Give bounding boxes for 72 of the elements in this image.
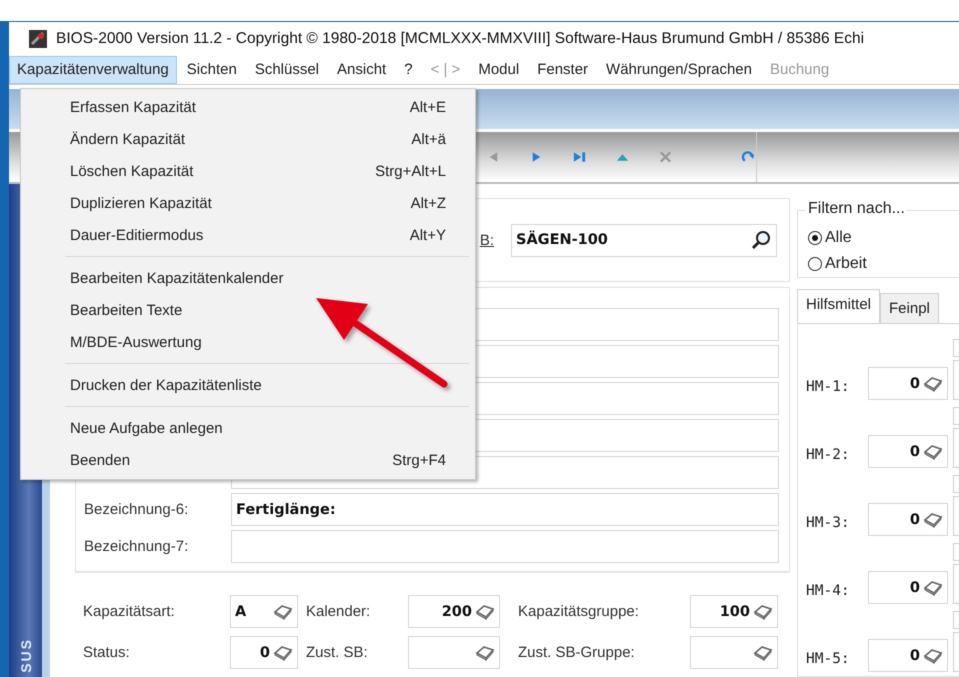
lookup-field[interactable]: 100 [690, 595, 778, 628]
menu-item[interactable]: Löschen Kapazität [70, 162, 194, 180]
lookup-field[interactable] [408, 636, 500, 669]
lookup-field[interactable]: 0 [868, 503, 948, 536]
shortcut-label: Alt+Z [410, 194, 446, 212]
menu-item[interactable]: Ändern Kapazität [70, 130, 186, 148]
app-icon [29, 30, 47, 48]
window-title: BIOS-2000 Version 11.2 - Copyright © 1980-2018 [MCMLXXX-MMXVIII] Software-Haus Brumund GmbH / 85386 Echi [56, 30, 864, 48]
menu-bar-item[interactable]: Ansicht [329, 56, 394, 84]
book-icon[interactable] [923, 444, 943, 460]
lookup-field[interactable]: 200 [408, 595, 500, 628]
field-label: Zust. SB-Gruppe: [517, 644, 636, 661]
menu-item[interactable]: Bearbeiten Kapazitätenkalender [70, 270, 284, 286]
field-label: Kapazitätsart: [83, 603, 176, 620]
field-label: Kapazitätsgruppe: [517, 603, 640, 620]
menu-item[interactable]: Duplizieren Kapazität [70, 194, 212, 212]
tab[interactable]: Hilfsmittel [797, 289, 880, 324]
menu-item[interactable]: Bearbeiten Texte [70, 302, 182, 318]
field-label: HM-3: [806, 515, 851, 533]
menu-bar-item[interactable]: Sichten [178, 56, 245, 84]
field-label: Kalender: [305, 603, 372, 620]
menu-bar-item[interactable]: Modul [470, 56, 528, 84]
field-label: Zust. SB: [305, 644, 369, 661]
menu-bar-item[interactable]: Fenster [529, 56, 596, 84]
menu-item[interactable]: Drucken der Kapazitätenliste [70, 376, 262, 394]
field-label: Status: [83, 644, 131, 661]
book-icon[interactable] [923, 376, 943, 392]
menu-item[interactable]: Neue Aufgabe anlegen [70, 420, 223, 436]
radio-option[interactable]: Alle [808, 225, 959, 251]
book-icon[interactable] [475, 604, 495, 620]
book-icon[interactable] [923, 580, 943, 596]
lookup-field[interactable]: 0 [868, 571, 948, 604]
navigation-label[interactable]: SUS [18, 638, 34, 673]
book-icon[interactable] [273, 604, 293, 620]
field-label: Bezeichnung-6: [84, 501, 190, 518]
menu-item[interactable]: M/BDE-Auswertung [70, 334, 202, 350]
tab[interactable]: Feinpl [880, 293, 939, 324]
search-field[interactable]: SÄGEN-100 [511, 224, 777, 256]
book-icon[interactable] [923, 648, 943, 664]
shortcut-label: Alt+ä [411, 130, 446, 148]
lookup-field[interactable]: 0 [868, 435, 948, 468]
menu-bar-item[interactable]: ? [396, 56, 421, 84]
menu-item[interactable]: Erfassen Kapazität [70, 98, 196, 116]
shortcut-label: Alt+E [410, 98, 446, 116]
field-label: Bezeichnung-7: [84, 538, 190, 555]
book-icon[interactable] [273, 644, 293, 660]
field-label: HM-5: [806, 651, 851, 669]
menu-item[interactable]: Dauer-Editiermodus [70, 226, 204, 244]
lookup-field[interactable]: A [230, 595, 298, 628]
shortcut-label: Alt+Y [410, 226, 446, 244]
lookup-field[interactable] [690, 636, 778, 669]
book-icon[interactable] [475, 644, 495, 660]
lookup-field[interactable]: 0 [868, 367, 948, 400]
radio-option[interactable]: Arbeit [808, 251, 959, 277]
book-icon[interactable] [753, 604, 773, 620]
input-field[interactable] [231, 530, 779, 563]
book-icon[interactable] [753, 644, 773, 660]
menu-bar-item[interactable]: Schlüssel [246, 56, 328, 84]
shortcut-label: Strg+F4 [392, 452, 446, 468]
menu-bar-item[interactable]: Kapazitätenverwaltung [9, 56, 177, 84]
lookup-field[interactable]: 0 [230, 636, 298, 669]
input-field[interactable]: Fertiglänge: [231, 493, 779, 526]
lookup-field[interactable]: 0 [868, 639, 948, 672]
field-label: HM-2: [806, 447, 851, 465]
shortcut-label: Strg+Alt+L [375, 162, 446, 180]
search-icon[interactable] [750, 229, 772, 251]
menu-bar-item[interactable]: Währungen/Sprachen [598, 56, 760, 84]
field-label: HM-1: [806, 379, 851, 397]
book-icon[interactable] [923, 512, 943, 528]
menu-item[interactable]: Beenden [70, 452, 130, 468]
field-label: B: [480, 232, 494, 248]
field-label: HM-4: [806, 583, 851, 601]
